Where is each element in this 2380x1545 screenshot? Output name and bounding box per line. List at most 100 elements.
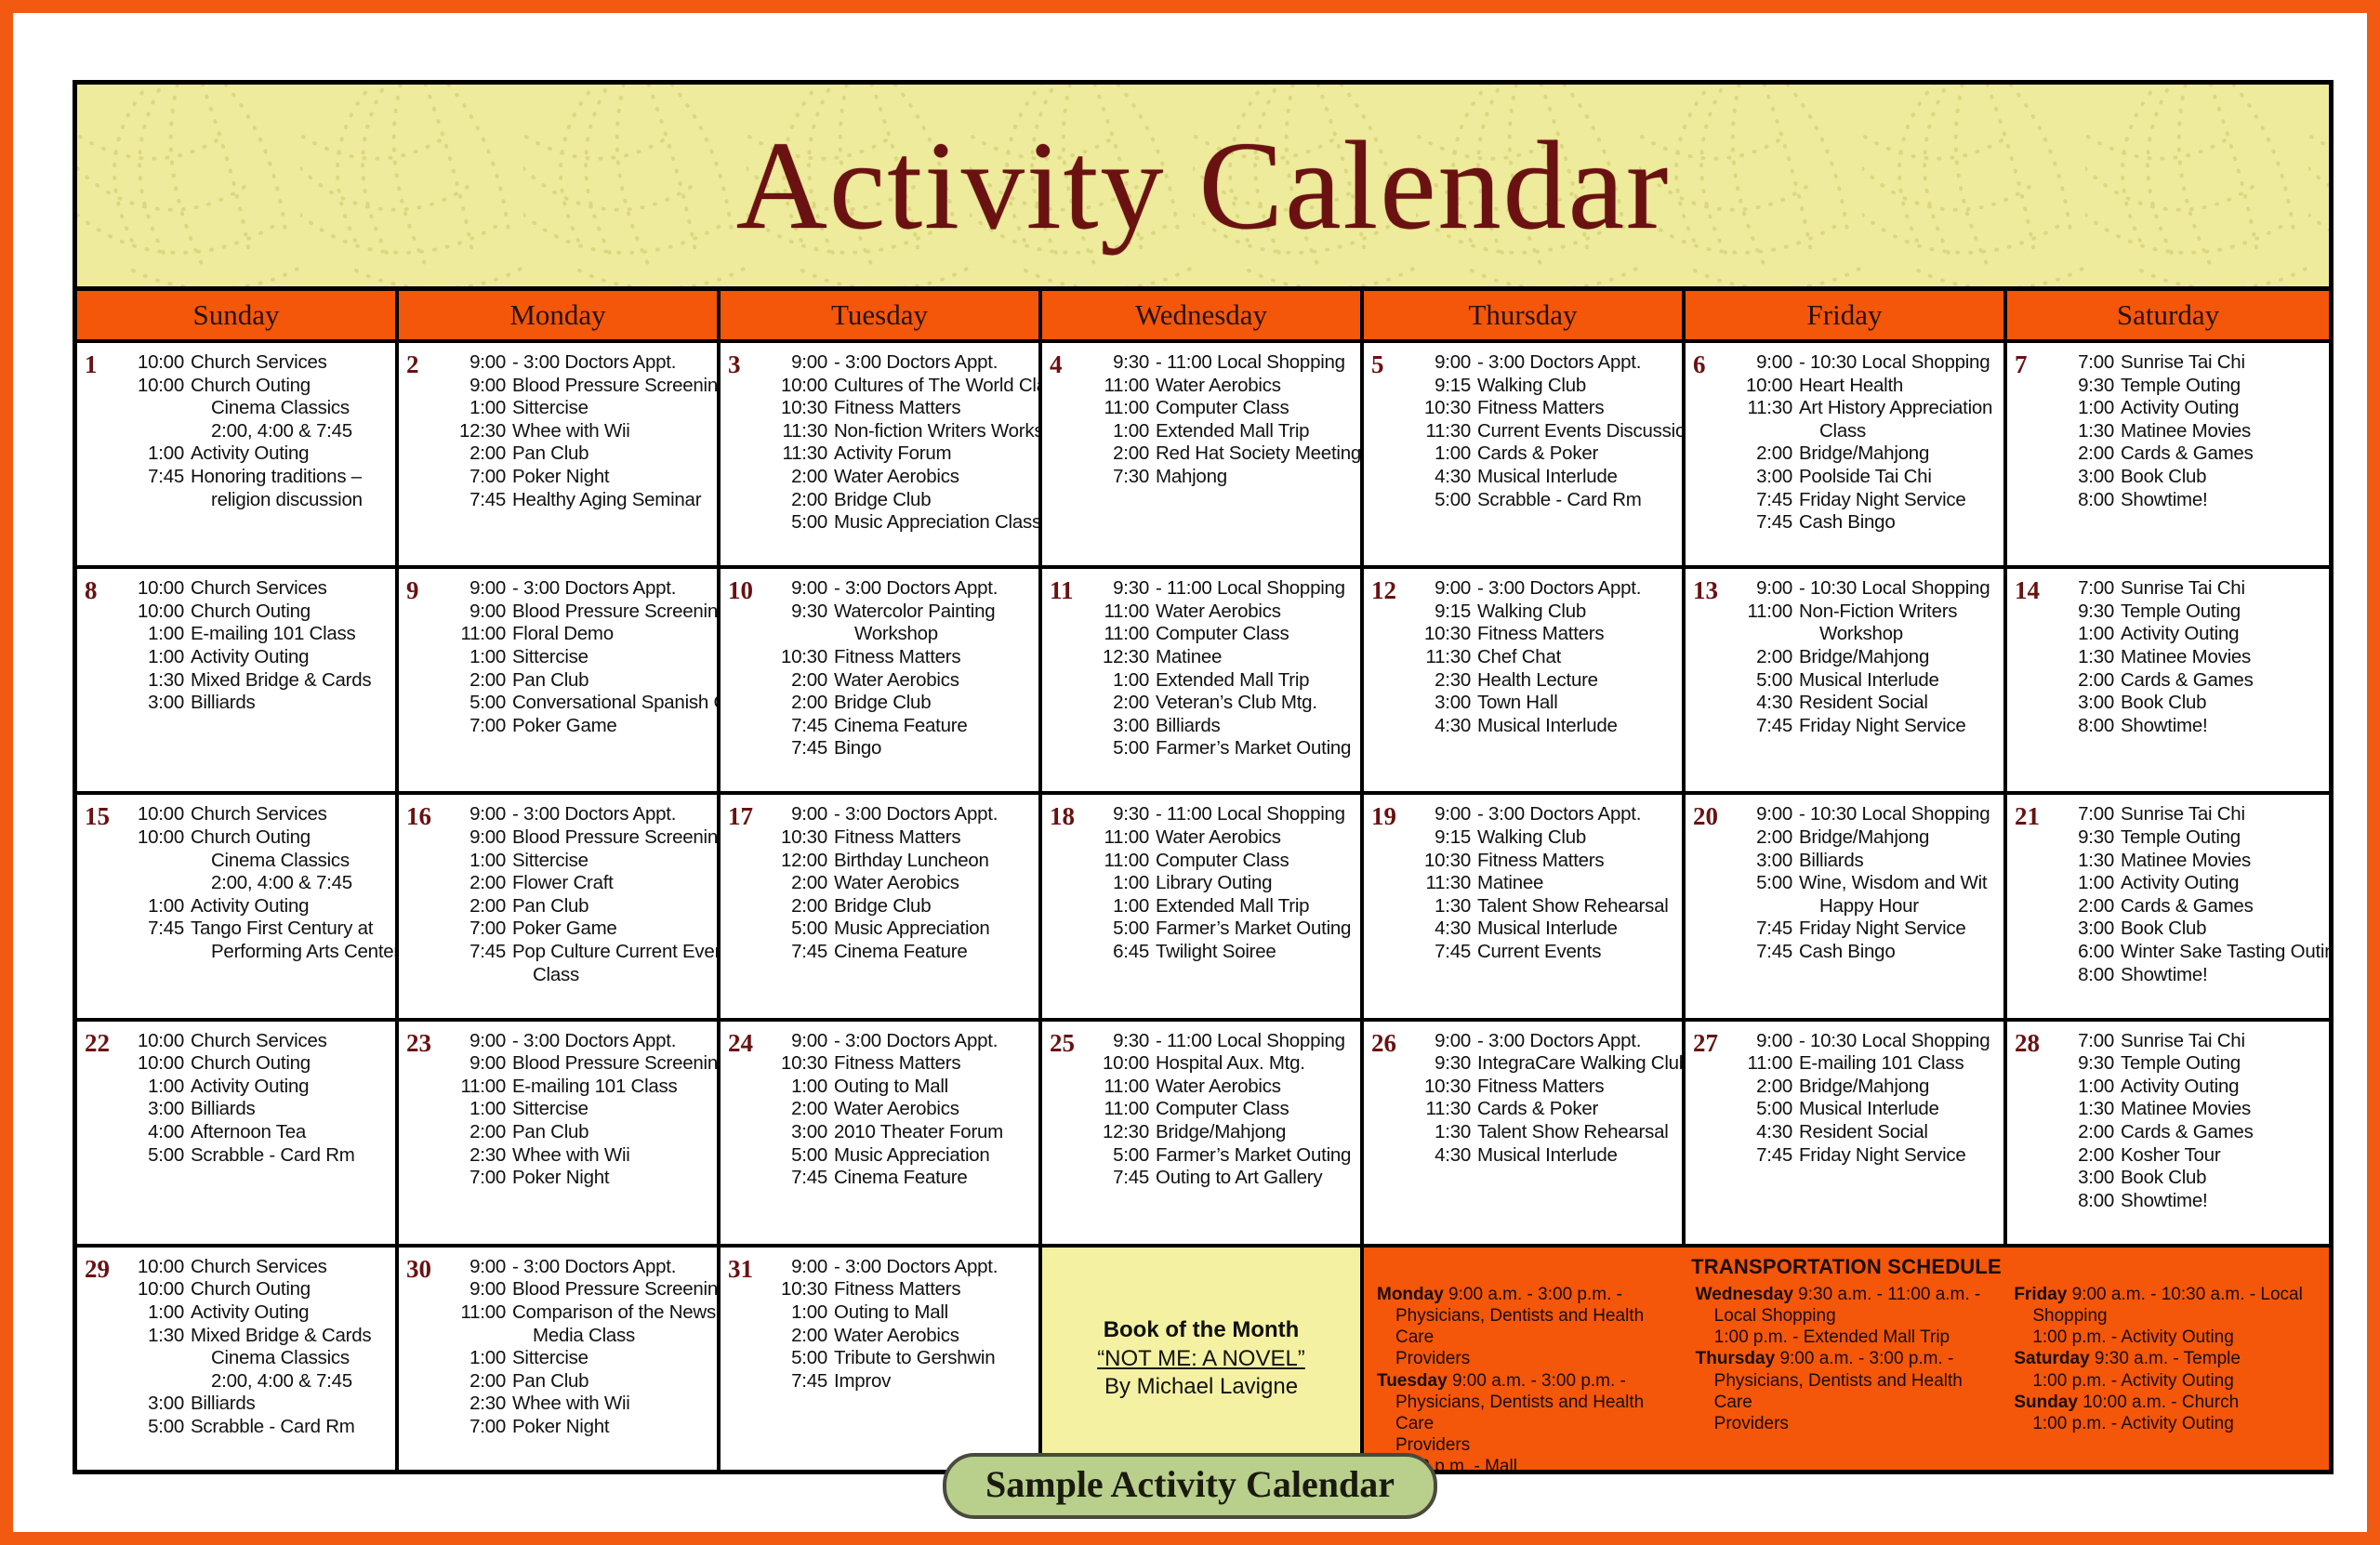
event-description: Temple Outing xyxy=(2121,826,2241,848)
day-cell[interactable]: 4 9:30 - 11:00 Local Shopping 11:00 Water A… xyxy=(1042,343,1364,566)
event-item: 7:45 Bingo xyxy=(765,737,1031,760)
day-cell[interactable]: 31 9:00 - 3:00 Doctors Appt. 10:30 Fitness … xyxy=(721,1247,1042,1471)
event-item: 9:00 Blood Pressure Screening xyxy=(443,826,717,850)
transportation-line: Saturday 9:30 a.m. - Temple xyxy=(2014,1349,2241,1369)
event-description: - 3:00 Doctors Appt. xyxy=(1477,1029,1642,1051)
event-description: - 11:00 Local Shopping xyxy=(1156,803,1345,825)
day-cell[interactable]: 16 9:00 - 3:00 Doctors Appt. 9:00 Blood Pre… xyxy=(399,795,721,1018)
day-cell[interactable]: 28 7:00 Sunrise Tai Chi 9:30 Temple Outing 1… xyxy=(2007,1021,2329,1244)
event-item: 9:00 Blood Pressure Screening xyxy=(443,601,717,624)
day-cell[interactable]: 30 9:00 - 3:00 Doctors Appt. 9:00 Blood Pre… xyxy=(399,1247,721,1471)
event-time: 11:00 xyxy=(1104,623,1149,645)
event-description: Blood Pressure Screening xyxy=(512,1278,721,1301)
event-time: 10:00 xyxy=(1745,374,1792,396)
event-item: 7:45 Current Events xyxy=(1408,941,1674,964)
event-time: 7:00 xyxy=(2078,803,2114,825)
event-time: 10:00 xyxy=(137,803,184,825)
event-description: Walking Club xyxy=(1477,374,1587,396)
day-cell[interactable]: 1 10:00 Church Services 10:00 Church Outing C… xyxy=(77,343,399,566)
event-time: 9:30 xyxy=(2078,1052,2114,1075)
day-cell[interactable]: 9 9:00 - 3:00 Doctors Appt. 9:00 Blood Pres… xyxy=(399,569,721,792)
event-description: Veteran’s Club Mtg. xyxy=(1156,692,1317,714)
day-number: 4 xyxy=(1050,350,1063,378)
event-item: 2:00 Water Aerobics xyxy=(765,1098,1031,1121)
day-cell[interactable]: 13 9:00 - 10:30 Local Shopping 11:00 Non-Fi… xyxy=(1686,569,2007,792)
day-cell[interactable]: 20 9:00 - 10:30 Local Shopping 2:00 Bridge/… xyxy=(1686,795,2007,1018)
event-item: 10:00 Cultures of The World Class xyxy=(765,375,1038,398)
event-description: E-mailing 101 Class xyxy=(191,623,356,645)
event-description: Church Services xyxy=(191,1029,327,1051)
event-time: 11:00 xyxy=(1104,1098,1149,1120)
event-description: Blood Pressure Screening xyxy=(512,374,721,396)
event-time: 1:00 xyxy=(469,645,506,667)
event-item: religion discussion xyxy=(122,489,388,512)
day-cell[interactable]: 2 9:00 - 3:00 Doctors Appt. 9:00 Blood Pres… xyxy=(399,343,721,566)
event-description: Water Aerobics xyxy=(834,668,959,691)
event-time: 8:00 xyxy=(2078,1189,2114,1211)
day-cell[interactable]: 12 9:00 - 3:00 Doctors Appt. 9:15 Walking C… xyxy=(1364,569,1686,792)
event-description: Watercolor Painting xyxy=(834,600,996,622)
day-cell[interactable]: 26 9:00 - 3:00 Doctors Appt. 9:30 IntegraCa… xyxy=(1364,1021,1686,1244)
event-description: Billiards xyxy=(1799,849,1864,871)
week-row: 15 10:00 Church Services 10:00 Church Outing… xyxy=(77,795,2329,1022)
day-number: 24 xyxy=(728,1028,753,1057)
event-item: 11:00 Computer Class xyxy=(1087,1098,1353,1121)
day-cell[interactable]: 19 9:00 - 3:00 Doctors Appt. 9:15 Walking C… xyxy=(1364,795,1686,1018)
event-description: Whee with Wii xyxy=(512,1143,630,1166)
title-banner: Activity Calendar xyxy=(77,85,2329,291)
day-number: 16 xyxy=(406,802,431,831)
day-cell[interactable]: 7 7:00 Sunrise Tai Chi 9:30 Temple Outing 1:… xyxy=(2007,343,2329,566)
day-cell[interactable]: 22 10:00 Church Services 10:00 Church Outing… xyxy=(77,1021,399,1244)
event-item: 11:00 Floral Demo xyxy=(443,623,709,646)
event-description: Healthy Aging Seminar xyxy=(512,488,702,510)
day-cell[interactable]: 10 9:00 - 3:00 Doctors Appt. 9:30 Watercolo… xyxy=(721,569,1042,792)
transportation-day-label: Thursday xyxy=(1695,1349,1776,1369)
event-time: 2:00 xyxy=(469,668,506,691)
book-title: “NOT ME: A NOVEL” xyxy=(1097,1345,1305,1371)
event-description: Friday Night Service xyxy=(1799,1143,1966,1166)
event-description: Class xyxy=(1819,419,1867,442)
event-item: 9:30 Temple Outing xyxy=(2052,601,2321,624)
event-item: 9:00 - 3:00 Doctors Appt. xyxy=(765,803,1031,826)
event-description: Bridge Club xyxy=(834,692,932,714)
event-description: 2:00, 4:00 & 7:45 xyxy=(211,419,352,442)
event-item: 1:00 Sittercise xyxy=(443,646,709,669)
day-cell[interactable]: 29 10:00 Church Services 10:00 Church Outing… xyxy=(77,1247,399,1471)
transportation-heading: TRANSPORTATION SCHEDULE xyxy=(1691,1254,2002,1278)
event-description: Fitness Matters xyxy=(1477,849,1605,871)
day-cell[interactable]: 14 7:00 Sunrise Tai Chi 9:30 Temple Outing 1… xyxy=(2007,569,2329,792)
day-cell[interactable]: 18 9:30 - 11:00 Local Shopping 11:00 Water … xyxy=(1042,795,1364,1018)
event-description: Outing to Art Gallery xyxy=(1156,1167,1323,1189)
event-item: 7:00 Poker Game xyxy=(443,918,709,941)
event-time: 2:00 xyxy=(791,1098,827,1120)
day-cell[interactable]: 27 9:00 - 10:30 Local Shopping 11:00 E-mail… xyxy=(1686,1021,2007,1244)
event-item: 11:30 Art History Appreciation xyxy=(1730,397,1996,420)
event-item: 3:00 Town Hall xyxy=(1408,692,1674,715)
event-time: 2:00 xyxy=(469,1369,506,1392)
day-cell[interactable]: 21 7:00 Sunrise Tai Chi 9:30 Temple Outing 1… xyxy=(2007,795,2329,1018)
event-time: 8:00 xyxy=(2078,963,2114,985)
day-cell[interactable]: 23 9:00 - 3:00 Doctors Appt. 9:00 Blood Pre… xyxy=(399,1021,721,1244)
day-cell[interactable]: 5 9:00 - 3:00 Doctors Appt. 9:15 Walking Cl… xyxy=(1364,343,1686,566)
day-cell[interactable]: 6 9:00 - 10:30 Local Shopping 10:00 Heart H… xyxy=(1686,343,2007,566)
day-cell[interactable]: 3 9:00 - 3:00 Doctors Appt. 10:00 Cultures … xyxy=(721,343,1042,566)
event-item: 11:30 Non-fiction Writers Workshop xyxy=(765,420,1038,443)
event-description: Fitness Matters xyxy=(834,397,961,419)
day-cell[interactable]: 17 9:00 - 3:00 Doctors Appt. 10:30 Fitness … xyxy=(721,795,1042,1018)
event-item: 10:00 Church Outing xyxy=(122,601,388,624)
event-list: 10:00 Church Services 10:00 Church Outing Ci… xyxy=(122,803,395,963)
event-time: 11:30 xyxy=(1425,872,1471,894)
day-cell[interactable]: 25 9:30 - 11:00 Local Shopping 10:00 Hospit… xyxy=(1042,1021,1364,1244)
event-time: 2:30 xyxy=(469,1143,506,1166)
event-description: Showtime! xyxy=(2121,714,2208,736)
day-cell[interactable]: 15 10:00 Church Services 10:00 Church Outing… xyxy=(77,795,399,1018)
event-description: Red Hat Society Meeting xyxy=(1156,442,1362,465)
day-cell[interactable]: 11 9:30 - 11:00 Local Shopping 11:00 Water … xyxy=(1042,569,1364,792)
day-cell[interactable]: 24 9:00 - 3:00 Doctors Appt. 10:30 Fitness … xyxy=(721,1021,1042,1244)
event-description: 2010 Theater Forum xyxy=(834,1120,1004,1142)
event-item: 11:00 E-mailing 101 Class xyxy=(443,1076,709,1099)
event-time: 1:00 xyxy=(1113,668,1149,691)
event-item: 2:00, 4:00 & 7:45 xyxy=(122,872,388,895)
day-cell[interactable]: 8 10:00 Church Services 10:00 Church Outing 1… xyxy=(77,569,399,792)
event-item: 5:00 Farmer’s Market Outing xyxy=(1087,737,1353,760)
